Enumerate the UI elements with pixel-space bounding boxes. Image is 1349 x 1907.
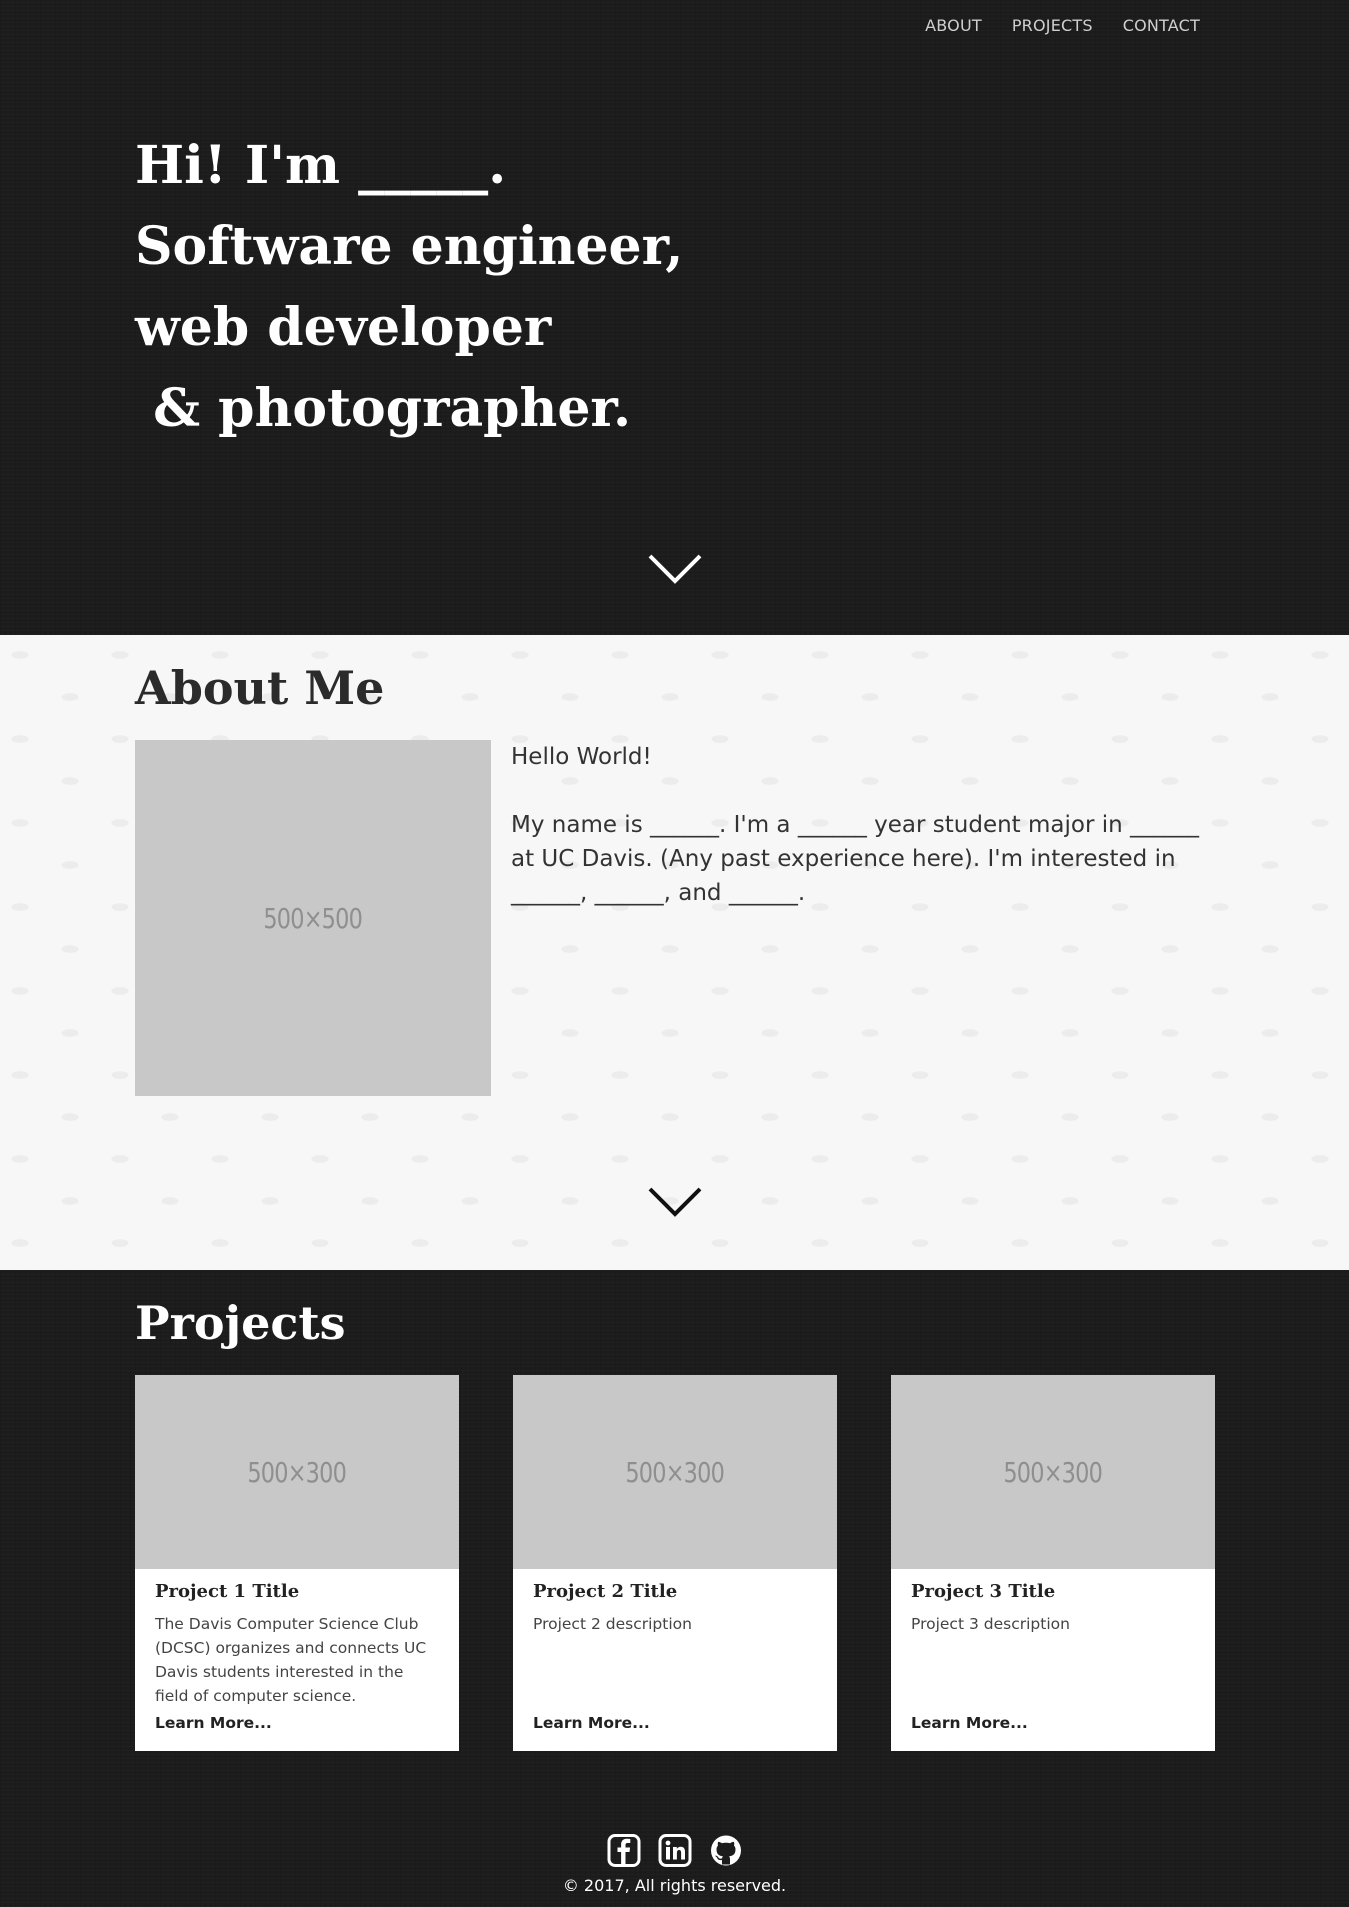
hero-line-1: Hi! I'm _____. (135, 135, 507, 196)
facebook-icon[interactable] (607, 1834, 640, 1867)
about-text: Hello World! My name is ______. I'm a __… (511, 740, 1201, 944)
about-bio: My name is ______. I'm a ______ year stu… (511, 812, 1200, 906)
github-icon[interactable] (709, 1834, 742, 1867)
project-title: Project 2 Title (533, 1581, 678, 1602)
project-image-placeholder: 500×300 (513, 1375, 837, 1569)
copyright-text: © 2017, All rights reserved. (562, 1876, 787, 1895)
learn-more-link[interactable]: Learn More... (533, 1714, 650, 1732)
project-title: Project 1 Title (155, 1581, 300, 1602)
projects-title: Projects (135, 1296, 346, 1350)
project-card: 500×300 Project 1 Title The Davis Comput… (135, 1375, 459, 1751)
hero-line-2: Software engineer, (135, 216, 684, 277)
about-image-placeholder: 500×500 (135, 740, 491, 1096)
about-greeting: Hello World! (511, 744, 652, 770)
nav-link-about[interactable]: ABOUT (925, 16, 982, 35)
projects-section: Projects 500×300 Project 1 Title The Dav… (0, 1270, 1349, 1907)
nav-link-contact[interactable]: CONTACT (1123, 16, 1200, 35)
social-links (607, 1834, 742, 1867)
about-image-label: 500×500 (263, 901, 363, 935)
project-description: Project 3 description (911, 1615, 1070, 1633)
project-image-placeholder: 500×300 (135, 1375, 459, 1569)
hero-line-4: & photographer. (135, 378, 632, 439)
learn-more-link[interactable]: Learn More... (155, 1714, 272, 1732)
chevron-down-icon[interactable] (647, 552, 703, 586)
project-image-placeholder: 500×300 (891, 1375, 1215, 1569)
top-nav: ABOUT PROJECTS CONTACT (925, 16, 1200, 35)
project-cards: 500×300 Project 1 Title The Davis Comput… (135, 1375, 1215, 1751)
project-image-label: 500×300 (1003, 1455, 1103, 1489)
project-card: 500×300 Project 2 Title Project 2 descri… (513, 1375, 837, 1751)
project-card: 500×300 Project 3 Title Project 3 descri… (891, 1375, 1215, 1751)
project-description: Project 2 description (533, 1615, 692, 1633)
about-section: About Me 500×500 Hello World! My name is… (0, 635, 1349, 1270)
hero-line-3: web developer (135, 297, 552, 358)
project-description: The Davis Computer Science Club (DCSC) o… (155, 1615, 427, 1705)
hero-headline: Hi! I'm _____. Software engineer, web de… (135, 125, 683, 449)
nav-link-projects[interactable]: PROJECTS (1012, 16, 1093, 35)
project-image-label: 500×300 (247, 1455, 347, 1489)
hero-section: ABOUT PROJECTS CONTACT Hi! I'm _____. So… (0, 0, 1349, 635)
about-title: About Me (135, 661, 385, 715)
chevron-down-icon[interactable] (647, 1185, 703, 1219)
project-image-label: 500×300 (625, 1455, 725, 1489)
learn-more-link[interactable]: Learn More... (911, 1714, 1028, 1732)
linkedin-icon[interactable] (658, 1834, 691, 1867)
project-title: Project 3 Title (911, 1581, 1056, 1602)
